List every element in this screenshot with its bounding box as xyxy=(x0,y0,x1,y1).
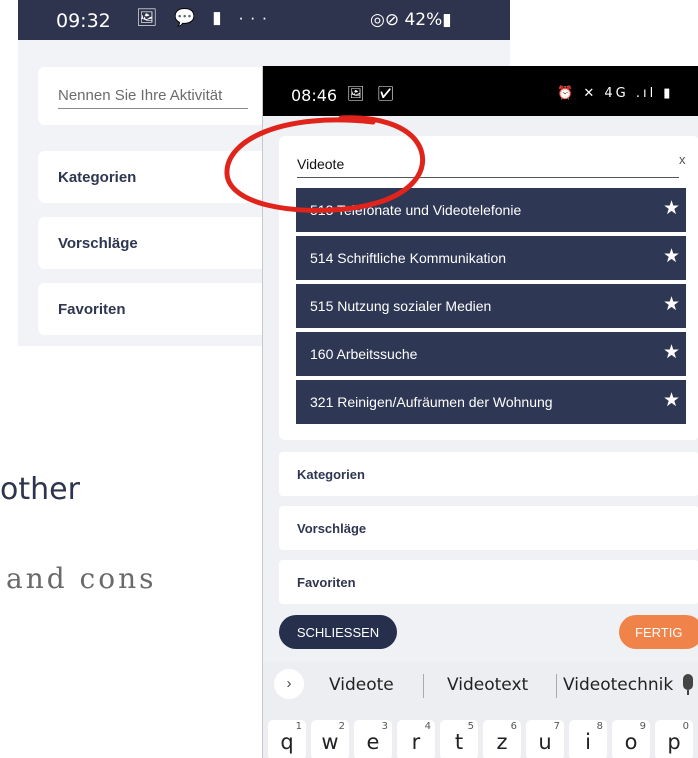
microphone-icon-stem xyxy=(687,690,689,695)
status-time: 08:46 xyxy=(291,86,338,105)
status-time: 09:32 xyxy=(56,10,111,32)
result-item[interactable]: 160 Arbeitssuche ★ xyxy=(296,332,686,376)
activity-input[interactable]: Nennen Sie Ihre Aktivität xyxy=(58,87,248,109)
key-letter: e xyxy=(366,730,380,754)
result-item[interactable]: 515 Nutzung sozialer Medien ★ xyxy=(296,284,686,328)
section-favoriten[interactable]: Favoriten xyxy=(279,560,698,604)
key-r[interactable]: 4 r xyxy=(397,720,435,758)
slide-text-cons: and cons xyxy=(6,562,157,595)
notification-icons: 🖼 ☑ xyxy=(347,85,399,101)
key-z[interactable]: 6 z xyxy=(483,720,521,758)
star-icon[interactable]: ★ xyxy=(663,245,680,267)
search-input[interactable] xyxy=(297,152,679,178)
key-w[interactable]: 2 w xyxy=(311,720,349,758)
key-letter: i xyxy=(585,730,591,754)
section-label: Vorschläge xyxy=(58,235,138,252)
result-item[interactable]: 513 Telefonate und Videotelefonie ★ xyxy=(296,188,686,232)
result-label: 321 Reinigen/Aufräumen der Wohnung xyxy=(310,394,553,410)
key-letter: t xyxy=(454,730,464,754)
key-q[interactable]: 1 q xyxy=(268,720,306,758)
result-label: 160 Arbeitssuche xyxy=(310,346,418,362)
suggestion-item[interactable]: Videote xyxy=(329,675,394,695)
result-label: 514 Schriftliche Kommunikation xyxy=(310,250,507,266)
clear-icon[interactable]: x xyxy=(679,152,686,167)
status-right-icons: ⏰ ✕ 4G .ıl ▮ xyxy=(557,86,674,101)
star-icon[interactable]: ★ xyxy=(663,293,680,315)
search-card: x 513 Telefonate und Videotelefonie ★ 51… xyxy=(279,136,698,440)
suggestion-divider xyxy=(556,674,557,698)
section-label: Favoriten xyxy=(58,301,126,318)
key-letter: p xyxy=(667,730,681,754)
result-item[interactable]: 321 Reinigen/Aufräumen der Wohnung ★ xyxy=(296,380,686,424)
key-p[interactable]: 0 p xyxy=(655,720,693,758)
star-icon[interactable]: ★ xyxy=(663,389,680,411)
keyboard: › Videote Videotext Videotechnik 1 q 2 w… xyxy=(263,662,698,758)
key-t[interactable]: 5 t xyxy=(440,720,478,758)
section-kategorien[interactable]: Kategorien xyxy=(279,452,698,496)
result-label: 515 Nutzung sozialer Medien xyxy=(310,298,492,314)
status-bar: 08:46 🖼 ☑ ⏰ ✕ 4G .ıl ▮ xyxy=(263,66,698,116)
key-i[interactable]: 8 i xyxy=(569,720,607,758)
key-letter: o xyxy=(624,730,638,754)
key-letter: r xyxy=(411,730,421,754)
key-o[interactable]: 9 o xyxy=(612,720,650,758)
done-button[interactable]: FERTIG xyxy=(619,615,698,649)
key-letter: u xyxy=(538,730,552,754)
key-u[interactable]: 7 u xyxy=(526,720,564,758)
slide-text-other: other xyxy=(0,472,80,507)
suggestion-item[interactable]: Videotext xyxy=(447,675,528,695)
key-letter: w xyxy=(321,730,339,754)
suggestion-item[interactable]: Videotechnik xyxy=(563,675,673,695)
result-label: 513 Telefonate und Videotelefonie xyxy=(310,202,522,218)
status-right-icons: ◎⊘ 42%▮ xyxy=(370,10,452,30)
section-vorschlaege[interactable]: Vorschläge xyxy=(279,506,698,550)
notification-icons: 🖼 💬 ▮ ··· xyxy=(136,8,274,27)
section-label: Kategorien xyxy=(58,169,137,186)
status-bar: 09:32 🖼 💬 ▮ ··· ◎⊘ 42%▮ xyxy=(18,0,510,40)
key-letter: q xyxy=(280,730,294,754)
star-icon[interactable]: ★ xyxy=(663,197,680,219)
section-label: Vorschläge xyxy=(297,521,367,536)
star-icon[interactable]: ★ xyxy=(663,341,680,363)
key-letter: z xyxy=(496,730,508,754)
section-label: Favoriten xyxy=(297,575,356,590)
close-button[interactable]: SCHLIESSEN xyxy=(279,615,397,649)
suggestion-divider xyxy=(423,674,424,698)
result-item[interactable]: 514 Schriftliche Kommunikation ★ xyxy=(296,236,686,280)
microphone-icon[interactable] xyxy=(683,674,693,690)
foreground-screenshot: 08:46 🖼 ☑ ⏰ ✕ 4G .ıl ▮ x 513 Telefonate … xyxy=(262,66,698,758)
suggestion-bar: › Videote Videotext Videotechnik xyxy=(263,662,698,708)
chevron-right-icon[interactable]: › xyxy=(274,669,304,699)
section-label: Kategorien xyxy=(297,467,365,482)
key-e[interactable]: 3 e xyxy=(354,720,392,758)
